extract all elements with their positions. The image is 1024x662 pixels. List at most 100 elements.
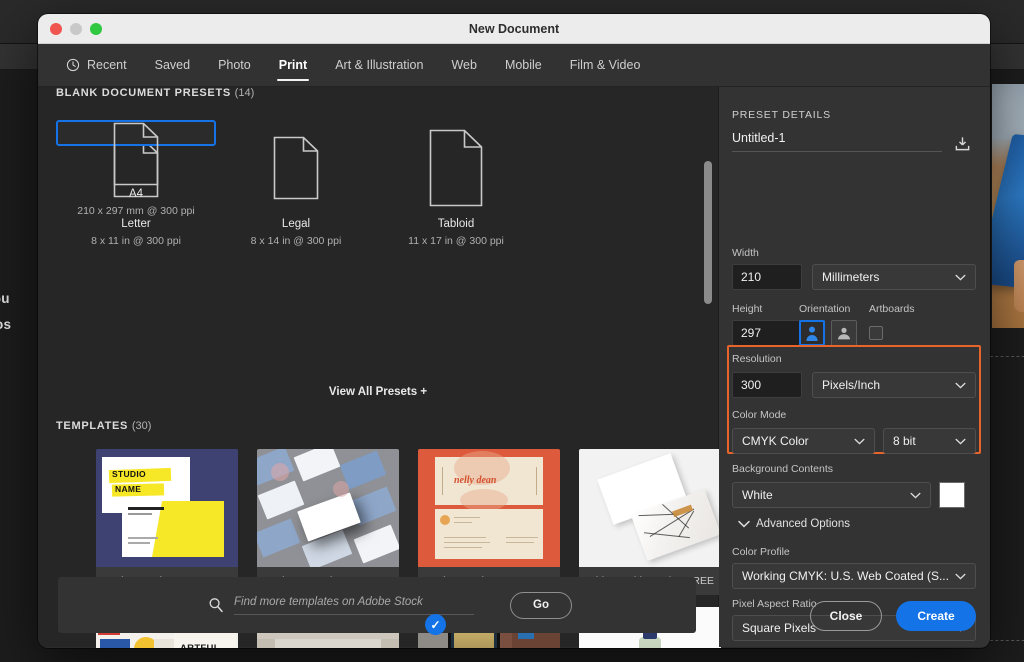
backdrop-text-line-2: photos bbox=[0, 317, 11, 332]
templates-row: STUDIO NAME Modern Business Ca... FREE bbox=[96, 449, 738, 595]
template-card[interactable]: Business Card Mosai... FREE bbox=[257, 449, 399, 595]
chevron-down-icon bbox=[955, 274, 966, 281]
tab-mobile-label: Mobile bbox=[505, 58, 542, 72]
preset-card-legal[interactable]: Legal 8 x 14 in @ 300 ppi bbox=[216, 120, 376, 283]
preset-details-pane: PRESET DETAILS Width Millimeters Height … bbox=[719, 87, 990, 647]
preset-card-a4[interactable]: A4 210 x 297 mm @ 300 ppi bbox=[56, 120, 216, 146]
chevron-down-icon bbox=[955, 438, 966, 445]
portrait-icon bbox=[804, 324, 820, 342]
stock-search-input[interactable] bbox=[234, 596, 474, 615]
create-button[interactable]: Create bbox=[896, 601, 976, 631]
advanced-options-toggle[interactable]: Advanced Options bbox=[732, 518, 850, 530]
scrollbar-thumb[interactable] bbox=[704, 161, 712, 304]
tab-web-label: Web bbox=[451, 58, 476, 72]
new-document-dialog: New Document Recent Saved Photo Print Ar… bbox=[38, 14, 990, 648]
tab-web[interactable]: Web bbox=[437, 44, 490, 86]
background-color-swatch[interactable] bbox=[939, 482, 965, 508]
templates-heading-text: TEMPLATES bbox=[56, 420, 128, 432]
preset-name: Legal bbox=[282, 218, 310, 230]
tab-film-video-label: Film & Video bbox=[570, 58, 641, 72]
color-mode-select[interactable]: CMYK Color bbox=[732, 428, 875, 454]
width-unit-value: Millimeters bbox=[822, 270, 949, 284]
chevron-down-icon bbox=[854, 438, 865, 445]
blank-presets-heading: BLANK DOCUMENT PRESETS (14) bbox=[56, 87, 254, 99]
artboards-checkbox[interactable] bbox=[869, 326, 883, 340]
document-name-input[interactable] bbox=[732, 131, 942, 152]
bit-depth-value: 8 bit bbox=[893, 434, 949, 448]
dialog-footer-buttons: Close Create bbox=[810, 601, 976, 631]
orientation-label: Orientation bbox=[799, 303, 850, 315]
background-contents-label: Background Contents bbox=[732, 463, 833, 475]
resolution-input[interactable] bbox=[732, 372, 802, 398]
search-icon bbox=[208, 597, 224, 613]
advanced-options-label: Advanced Options bbox=[756, 518, 850, 530]
tab-photo[interactable]: Photo bbox=[204, 44, 265, 86]
tab-art-illustration[interactable]: Art & Illustration bbox=[321, 44, 437, 86]
document-name-row bbox=[732, 131, 976, 152]
tab-art-illustration-label: Art & Illustration bbox=[335, 58, 423, 72]
chevron-down-icon bbox=[955, 382, 966, 389]
document-page-icon bbox=[273, 136, 319, 200]
window-title: New Document bbox=[38, 22, 990, 36]
backdrop-guide-2 bbox=[990, 640, 1024, 641]
presets-and-templates-pane: BLANK DOCUMENT PRESETS (14) Letter 8 x 1… bbox=[38, 87, 718, 647]
template-card[interactable]: STUDIO NAME Modern Business Ca... FREE bbox=[96, 449, 238, 595]
stock-search-go-button[interactable]: Go bbox=[510, 592, 572, 619]
templates-count: (30) bbox=[132, 420, 152, 432]
resolution-unit-value: Pixels/Inch bbox=[822, 378, 949, 392]
template-card[interactable]: nelly dean bbox=[418, 449, 560, 595]
color-mode-value: CMYK Color bbox=[742, 434, 848, 448]
templates-heading: TEMPLATES (30) bbox=[56, 420, 151, 432]
tab-recent[interactable]: Recent bbox=[52, 44, 141, 86]
tab-print-label: Print bbox=[279, 58, 307, 72]
thumb-text: nelly dean bbox=[454, 475, 497, 486]
close-button[interactable]: Close bbox=[810, 601, 882, 631]
document-page-icon bbox=[113, 122, 159, 186]
tab-mobile[interactable]: Mobile bbox=[491, 44, 556, 86]
color-profile-label: Color Profile bbox=[732, 546, 790, 558]
resolution-label: Resolution bbox=[732, 353, 782, 365]
resolution-unit-select[interactable]: Pixels/Inch bbox=[812, 372, 976, 398]
view-all-presets-link[interactable]: View All Presets + bbox=[38, 386, 718, 398]
orientation-landscape-button[interactable] bbox=[831, 320, 857, 346]
width-label: Width bbox=[732, 247, 759, 259]
color-profile-value: Working CMYK: U.S. Web Coated (S... bbox=[742, 569, 949, 583]
template-card[interactable]: White Marble Busine... FREE bbox=[579, 449, 721, 595]
backdrop-text-line-1: th you bbox=[0, 291, 10, 306]
tab-photo-label: Photo bbox=[218, 58, 251, 72]
left-pane-scrollbar[interactable] bbox=[704, 95, 712, 619]
preset-subtitle: 8 x 14 in @ 300 ppi bbox=[251, 235, 342, 247]
window-titlebar: New Document bbox=[38, 14, 990, 44]
blank-document-presets-row[interactable]: Letter 8 x 11 in @ 300 ppi Legal 8 x 14 … bbox=[56, 120, 710, 285]
orientation-portrait-button[interactable] bbox=[799, 320, 825, 346]
category-tabbar[interactable]: Recent Saved Photo Print Art & Illustrat… bbox=[38, 44, 990, 87]
preset-subtitle: 210 x 297 mm @ 300 ppi bbox=[77, 205, 194, 217]
tab-saved-label: Saved bbox=[155, 58, 190, 72]
chevron-down-icon bbox=[910, 492, 921, 499]
color-profile-select[interactable]: Working CMYK: U.S. Web Coated (S... bbox=[732, 563, 976, 589]
thumb-text: NAME bbox=[115, 484, 141, 494]
adobe-stock-search-bar: Go bbox=[58, 577, 696, 633]
checkmark-icon: ✓ bbox=[425, 614, 446, 635]
tab-saved[interactable]: Saved bbox=[141, 44, 204, 86]
height-input[interactable] bbox=[732, 320, 802, 346]
tab-print[interactable]: Print bbox=[265, 44, 321, 86]
tab-film-video[interactable]: Film & Video bbox=[556, 44, 655, 86]
save-preset-icon[interactable] bbox=[954, 135, 971, 152]
tab-recent-label: Recent bbox=[87, 58, 127, 72]
thumb-text: ARTFUL bbox=[180, 643, 220, 648]
template-thumbnail bbox=[257, 449, 399, 567]
blank-presets-heading-text: BLANK DOCUMENT PRESETS bbox=[56, 87, 231, 99]
template-thumbnail: nelly dean bbox=[418, 449, 560, 567]
backdrop-photo bbox=[992, 84, 1024, 328]
landscape-icon bbox=[835, 326, 853, 340]
color-mode-label: Color Mode bbox=[732, 409, 786, 421]
preset-name: A4 bbox=[129, 188, 143, 200]
template-thumbnail: STUDIO NAME bbox=[96, 449, 238, 567]
bit-depth-select[interactable]: 8 bit bbox=[883, 428, 976, 454]
width-input[interactable] bbox=[732, 264, 802, 290]
background-contents-select[interactable]: White bbox=[732, 482, 931, 508]
width-unit-select[interactable]: Millimeters bbox=[812, 264, 976, 290]
preset-details-heading: PRESET DETAILS bbox=[732, 109, 831, 121]
preset-card-tabloid[interactable]: Tabloid 11 x 17 in @ 300 ppi bbox=[376, 120, 536, 283]
